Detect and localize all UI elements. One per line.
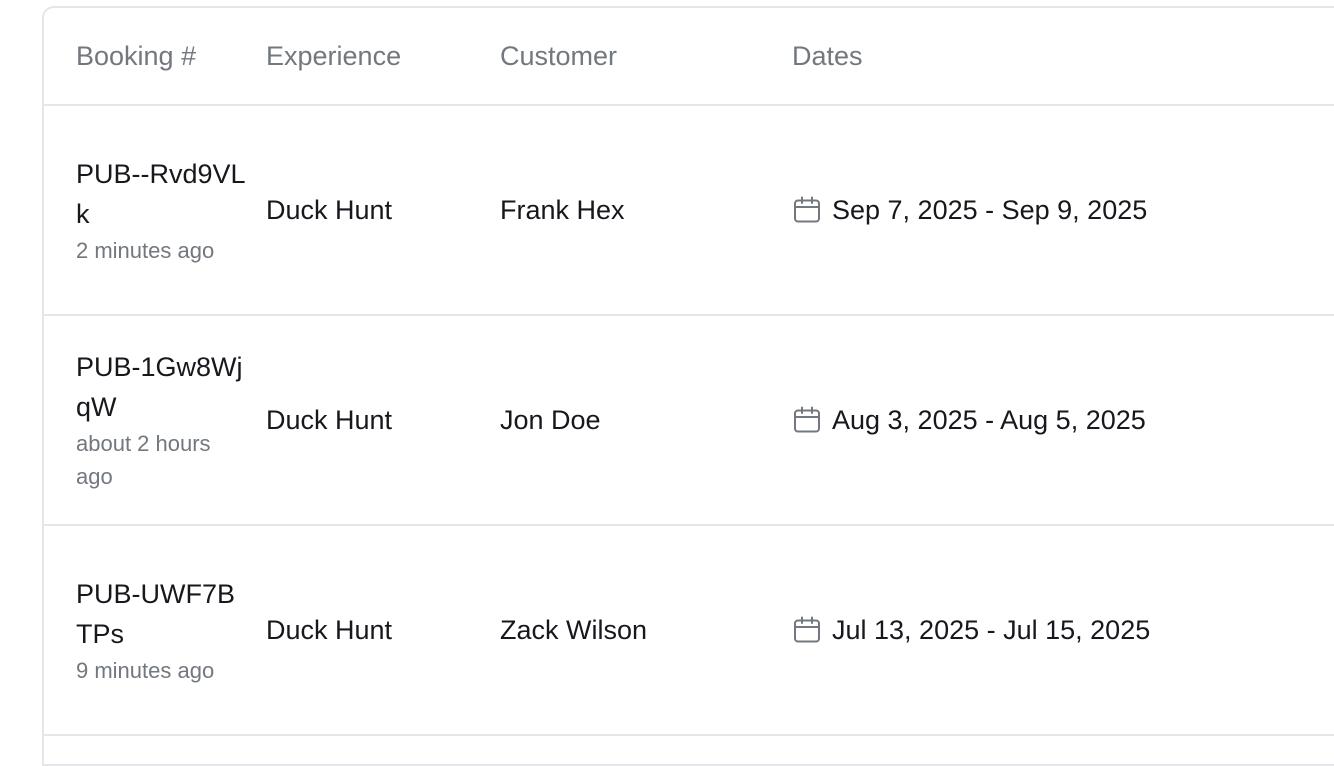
experience-cell: Duck Hunt [266,315,500,526]
calendar-icon [792,195,822,225]
calendar-icon [792,405,822,435]
dates-cell: Jul 13, 2025 - Jul 15, 2025 [792,525,1334,736]
column-header-dates[interactable]: Dates [792,8,1334,106]
date-range: Jul 13, 2025 - Jul 15, 2025 [832,614,1151,645]
bookings-table-card: Booking # Experience Customer Dates PUB-… [42,6,1334,766]
customer-cell: Frank Hex [500,105,792,316]
table-row[interactable]: PUB-UWF7BTPs 9 minutes ago Duck Hunt Zac… [44,525,1334,736]
calendar-icon [792,615,822,645]
customer-cell: Zack Wilson [500,525,792,736]
booking-cell: PUB-UWF7BTPs 9 minutes ago [44,525,266,736]
table-body: PUB--Rvd9VLk 2 minutes ago Duck Hunt Fra… [44,105,1334,736]
column-header-experience[interactable]: Experience [266,8,500,106]
table-row[interactable]: PUB--Rvd9VLk 2 minutes ago Duck Hunt Fra… [44,105,1334,316]
experience-cell: Duck Hunt [266,525,500,736]
booking-id[interactable]: PUB-UWF7BTPs [76,574,246,654]
booking-created-time: 9 minutes ago [76,657,215,683]
bookings-table: Booking # Experience Customer Dates PUB-… [44,8,1334,736]
booking-created-time: about 2 hours ago [76,431,211,489]
booking-cell: PUB--Rvd9VLk 2 minutes ago [44,105,266,316]
customer-cell: Jon Doe [500,315,792,526]
booking-created-time: 2 minutes ago [76,237,215,263]
table-row[interactable]: PUB-1Gw8WjqW about 2 hours ago Duck Hunt… [44,315,1334,526]
experience-cell: Duck Hunt [266,105,500,316]
booking-id[interactable]: PUB-1Gw8WjqW [76,347,246,427]
booking-id[interactable]: PUB--Rvd9VLk [76,154,246,234]
header-row: Booking # Experience Customer Dates [44,8,1334,106]
column-header-booking[interactable]: Booking # [44,8,266,106]
date-range: Sep 7, 2025 - Sep 9, 2025 [832,194,1148,225]
dates-cell: Aug 3, 2025 - Aug 5, 2025 [792,315,1334,526]
date-range: Aug 3, 2025 - Aug 5, 2025 [832,404,1146,435]
column-header-customer[interactable]: Customer [500,8,792,106]
booking-cell: PUB-1Gw8WjqW about 2 hours ago [44,315,266,526]
table-header: Booking # Experience Customer Dates [44,8,1334,106]
dates-cell: Sep 7, 2025 - Sep 9, 2025 [792,105,1334,316]
